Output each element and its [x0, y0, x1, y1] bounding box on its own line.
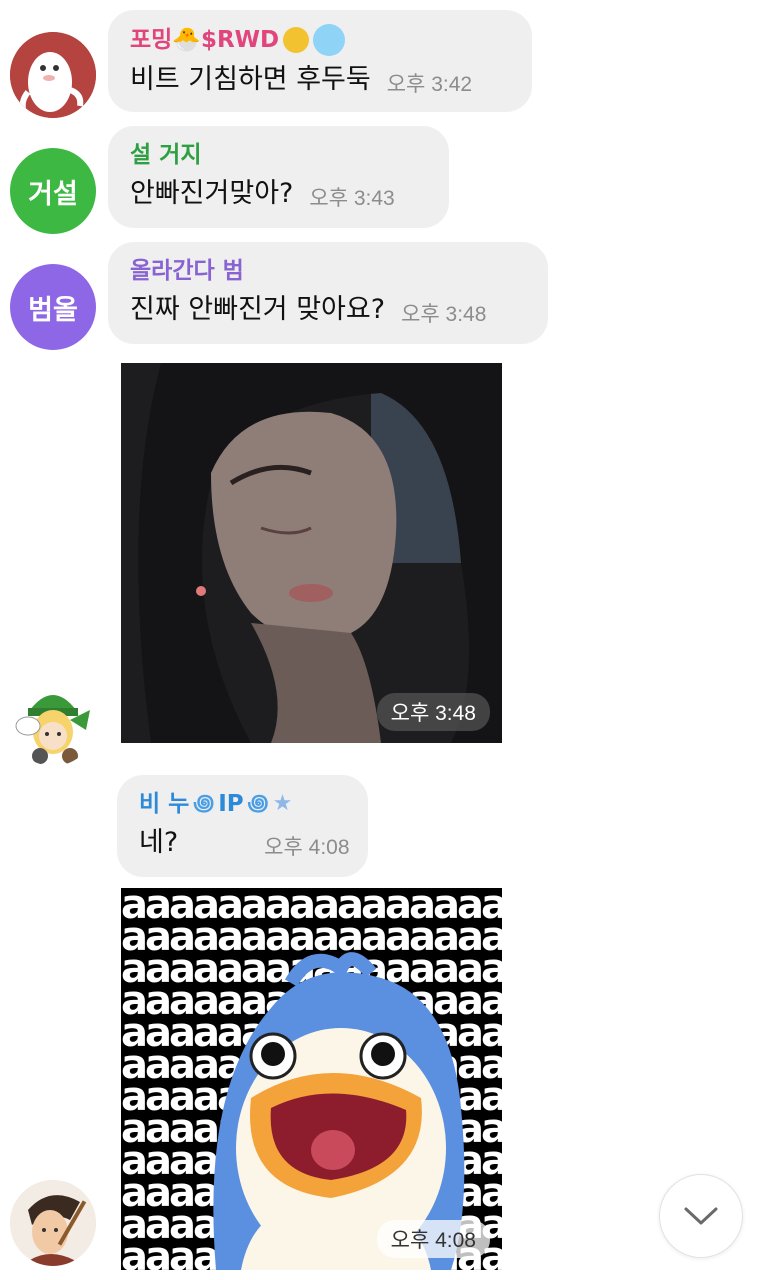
- star-icon: ★: [272, 791, 293, 816]
- message-bubble[interactable]: 비 누 ꩜ IP ꩜ ★ 네? 오후 4:08: [117, 775, 368, 877]
- sticker-image: aaaaaaaaaaaaaaaaaaaaaaaaaaaaaaaaaaaaaaaa…: [121, 888, 502, 1270]
- message-text: 네?: [139, 827, 179, 858]
- sticker-letter: a: [121, 1234, 148, 1270]
- message-text: 진짜 안빠진거 맞아요?: [130, 294, 386, 325]
- sender-name[interactable]: 올라간다 범: [130, 256, 526, 286]
- message-bubble[interactable]: 설 거지 안빠진거맞아? 오후 3:43: [108, 126, 449, 228]
- message-text: 안빠진거맞아?: [130, 178, 294, 209]
- message-time: 오후 3:42: [386, 73, 473, 96]
- avatar-olraganda-beom[interactable]: 범올: [10, 264, 96, 350]
- avatar-boy[interactable]: [10, 1180, 96, 1266]
- wave-right-icon: ꩜: [247, 791, 269, 816]
- sticker-message[interactable]: aaaaaaaaaaaaaaaaaaaaaaaaaaaaaaaaaaaaaaaa…: [121, 888, 502, 1270]
- message-time: 오후 4:08: [376, 1220, 490, 1258]
- photo-message[interactable]: 오후 3:48: [121, 363, 502, 743]
- message-bubble[interactable]: 올라간다 범 진짜 안빠진거 맞아요? 오후 3:48: [108, 242, 548, 344]
- sender-name[interactable]: 설 거지: [130, 140, 427, 170]
- message-time: 오후 4:08: [264, 836, 350, 859]
- chevron-down-icon: [684, 1207, 718, 1225]
- sticker-letter: a: [169, 1234, 196, 1270]
- message-time: 오후 3:43: [309, 187, 395, 210]
- avatar-seol-geoji[interactable]: 거설: [10, 148, 96, 234]
- avatar-green-hat[interactable]: [10, 680, 96, 766]
- sender-name[interactable]: 포밍🐣$RWD: [130, 24, 510, 56]
- sticker-letter: a: [145, 1234, 172, 1270]
- message-bubble[interactable]: 포밍🐣$RWD 비트 기침하면 후두둑 오후 3:42: [108, 10, 532, 112]
- coin-icon: [283, 27, 310, 53]
- scroll-down-button[interactable]: [659, 1174, 743, 1258]
- cat-icon: [313, 24, 346, 56]
- sender-name[interactable]: 비 누 ꩜ IP ꩜ ★: [139, 789, 346, 819]
- wave-left-icon: ꩜: [193, 791, 215, 816]
- avatar-pomeng[interactable]: [10, 32, 96, 118]
- message-text: 비트 기침하면 후두둑: [130, 64, 371, 95]
- photo-image: [121, 363, 502, 743]
- message-time: 오후 3:48: [401, 303, 487, 326]
- message-time: 오후 3:48: [376, 693, 490, 731]
